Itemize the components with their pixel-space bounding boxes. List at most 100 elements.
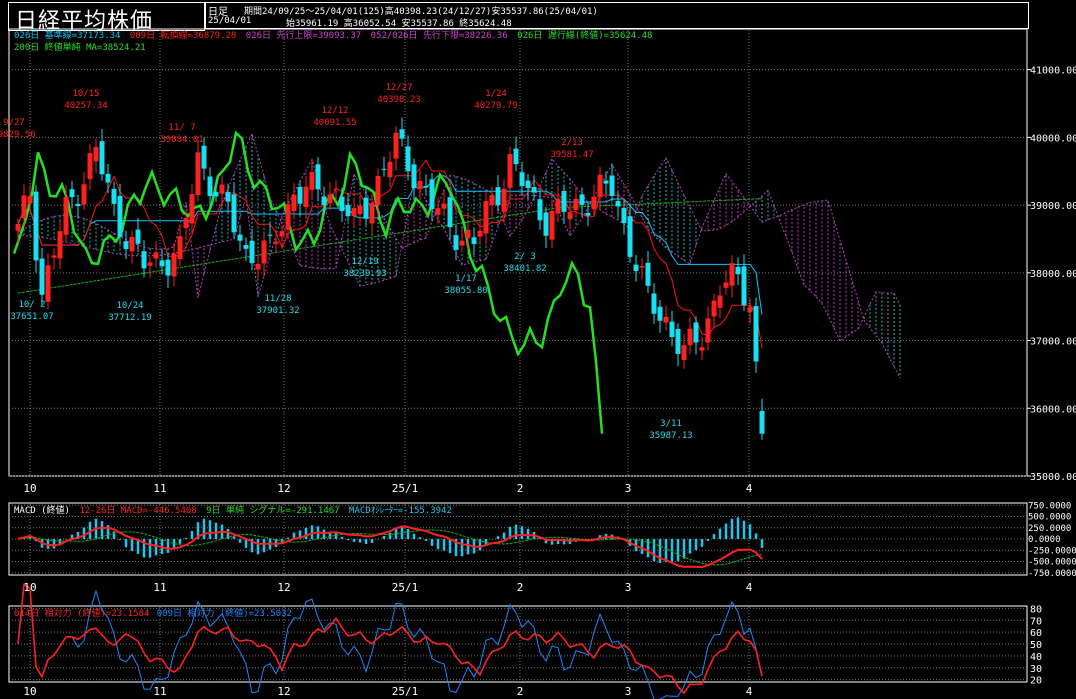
y-tick-label-rsi: 80: [1030, 604, 1042, 615]
candle-body: [645, 262, 651, 286]
candle-body: [213, 192, 219, 197]
candle-body: [45, 265, 51, 302]
candle-body: [669, 321, 675, 338]
annotation-price: 40279.79: [474, 101, 517, 111]
candle-body: [549, 210, 555, 240]
candle-body: [81, 184, 87, 205]
annotation-date: 10/15: [72, 89, 99, 99]
legend-kijun: 026日 基準線=37173.34: [14, 29, 120, 41]
y-tick-label-main: 35000.00: [1030, 472, 1076, 483]
x-tick-label-rsi: 10: [23, 685, 36, 698]
candle-body: [459, 240, 465, 246]
annotation-price: 38239.93: [343, 269, 386, 279]
candle-body: [747, 307, 753, 313]
candle-body: [339, 196, 345, 211]
annotation-price: 35987.13: [649, 431, 692, 441]
annotation-price: 39581.47: [550, 150, 593, 160]
candle-body: [405, 146, 411, 172]
candle-body: [495, 187, 501, 206]
candle-body: [519, 172, 525, 186]
y-tick-label-macd: -500.0000: [1028, 558, 1076, 568]
legend-senkou-a: 026日 先行上限=39093.37: [246, 29, 361, 41]
candle-body: [309, 171, 315, 190]
annotation-date: 10/24: [116, 301, 143, 311]
candle-body: [291, 194, 297, 212]
candle-body: [69, 189, 75, 198]
candle-body: [555, 198, 561, 214]
x-tick-label-macd: 25/1: [392, 581, 419, 594]
candle-body: [165, 259, 171, 276]
x-tick-label-main: 3: [625, 482, 632, 495]
candle-body: [285, 204, 291, 230]
x-tick-label-main: 2: [517, 482, 524, 495]
rsi14-line: [17, 583, 763, 695]
candle-body: [225, 192, 231, 202]
annotation-date: 9/27: [3, 118, 25, 128]
annotation-price: 39829.56: [0, 130, 36, 140]
y-tick-label-macd: 500.0000: [1028, 513, 1071, 523]
annotation-date: 12/19: [351, 257, 378, 267]
legend-chikou: 026日 遅行線(終値)=35624.48: [517, 29, 652, 41]
annotation-date: 2/ 3: [514, 252, 536, 262]
candle-body: [417, 180, 423, 190]
y-tick-label-main: 40000.00: [1030, 133, 1076, 144]
candle-body: [525, 180, 531, 189]
candle-body: [351, 207, 357, 217]
candle-body: [399, 129, 405, 139]
candle-body: [687, 328, 693, 346]
legend-rsi9: 009日 相対力 (終値)=23.5032: [157, 607, 292, 619]
x-tick-label-rsi: 3: [625, 685, 632, 698]
candle-body: [465, 229, 471, 239]
candle-body: [21, 195, 27, 218]
y-tick-label-rsi: 50: [1030, 640, 1042, 651]
candle-body: [699, 347, 705, 351]
y-tick-label-rsi: 40: [1030, 652, 1042, 663]
candle-body: [393, 132, 399, 159]
candle-body: [237, 234, 243, 241]
candle-body: [585, 212, 591, 216]
candle-body: [675, 328, 681, 354]
candle-body: [681, 345, 687, 360]
candle-body: [513, 148, 519, 165]
candle-body: [99, 141, 105, 175]
candle-body: [537, 199, 543, 221]
candle-body: [159, 260, 165, 267]
candle-body: [33, 191, 39, 261]
candle-body: [477, 230, 483, 237]
candle-body: [429, 179, 435, 210]
annotation-date: 10/ 2: [18, 300, 45, 310]
x-tick-label-main: 12: [277, 482, 290, 495]
y-tick-label-main: 37000.00: [1030, 337, 1076, 348]
candle-body: [153, 252, 159, 259]
candle-body: [177, 236, 183, 260]
candle-body: [189, 194, 195, 224]
candle-body: [633, 264, 639, 271]
macd-legend: MACD (終値) 12-26日 MACD=-446.5408 9日 単純 シグ…: [14, 504, 452, 516]
x-tick-label-macd: 11: [153, 581, 166, 594]
candle-body: [195, 152, 201, 196]
annotation-date: 12/27: [385, 83, 412, 93]
candle-body: [267, 234, 273, 236]
candle-body: [15, 224, 21, 231]
candle-body: [543, 212, 549, 236]
x-tick-label-main: 11: [153, 482, 166, 495]
candle-body: [657, 306, 663, 321]
annotation-date: 11/ 7: [168, 123, 195, 133]
candle-body: [345, 204, 351, 217]
candle-body: [609, 175, 615, 196]
candle-body: [573, 198, 579, 210]
legend-rsi14: 014日 相対力 (終値)=23.1584: [14, 607, 149, 619]
annotation-date: 3/11: [660, 419, 682, 429]
candle-body: [129, 236, 135, 252]
candle-body: [603, 180, 609, 184]
candle-body: [471, 237, 477, 245]
annotation-date: 2/13: [561, 138, 583, 148]
candle-body: [387, 161, 393, 178]
candle-body: [705, 318, 711, 343]
legend-macd: 12-26日 MACD=-446.5408: [79, 505, 196, 516]
candle-body: [39, 258, 45, 295]
legend-senkou-b: 052/026日 先行下限=38226.36: [371, 29, 508, 41]
candle-body: [105, 173, 111, 183]
x-tick-label-macd: 2: [517, 581, 524, 594]
candle-body: [579, 194, 585, 205]
